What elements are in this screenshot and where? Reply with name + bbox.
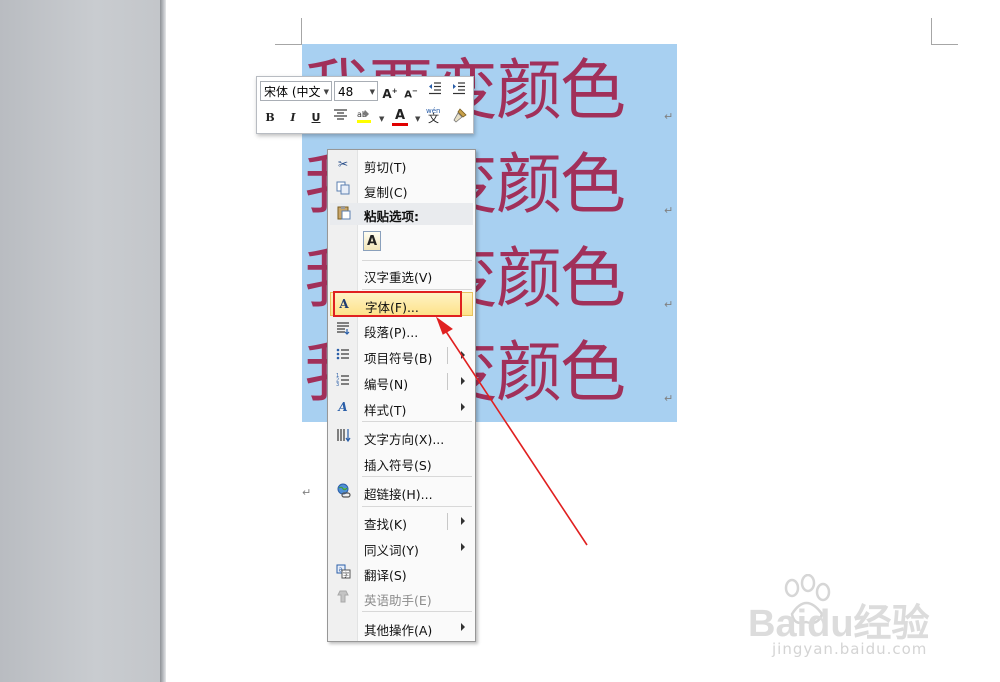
baidu-jingyan-watermark: Baidu经验 jingyan.baidu.com (748, 572, 948, 662)
watermark-brand: Baidu经验 (748, 603, 930, 645)
watermark-url: jingyan.baidu.com (772, 640, 928, 658)
